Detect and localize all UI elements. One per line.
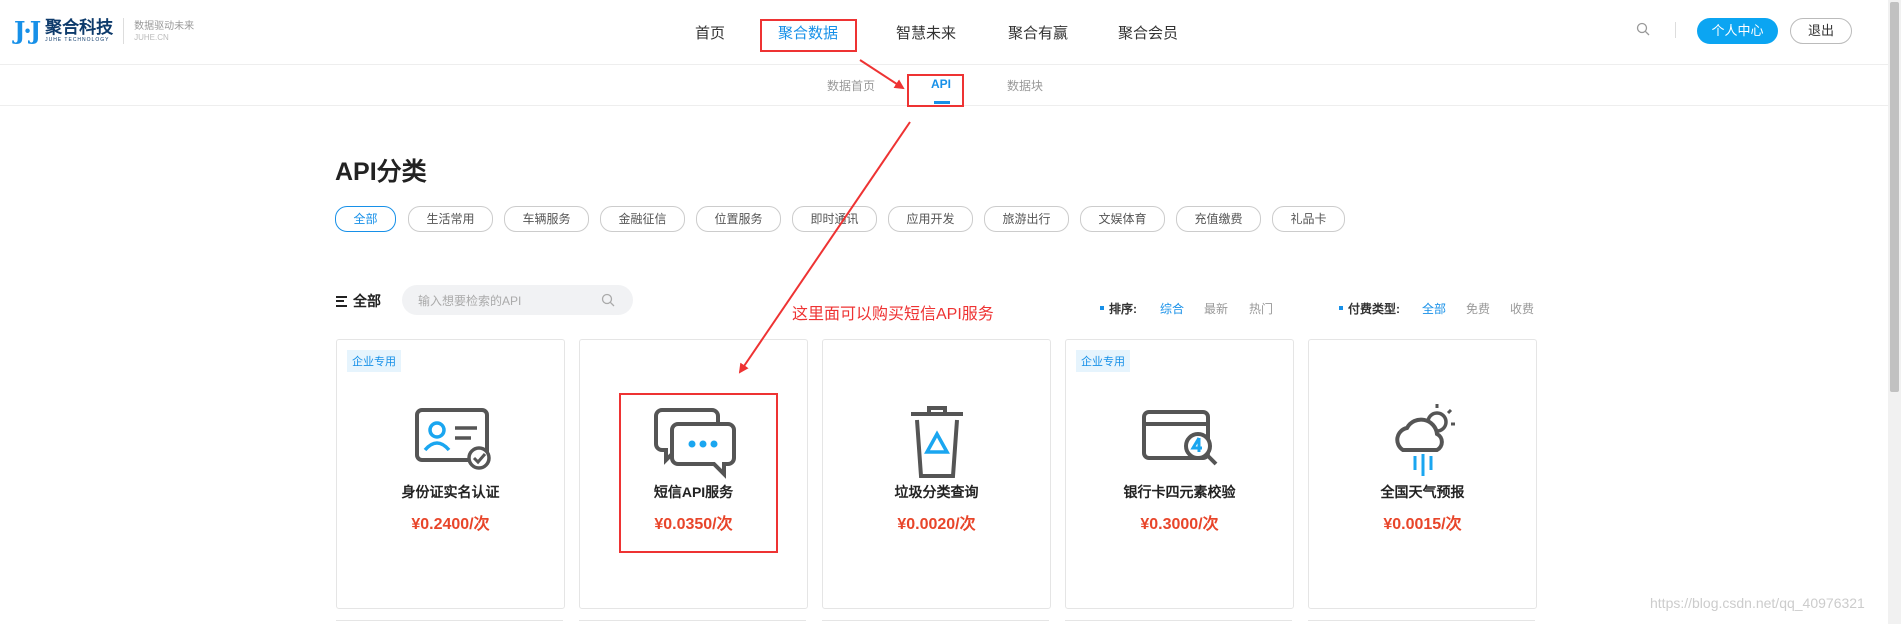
pay-all[interactable]: 全部 <box>1422 300 1446 317</box>
category-location[interactable]: 位置服务 <box>696 206 781 232</box>
weather-icon <box>1395 404 1455 476</box>
card-row-edge <box>1308 620 1535 625</box>
api-card[interactable]: 垃圾分类查询 ¥0.0020/次 <box>822 339 1051 609</box>
api-search-box <box>402 285 633 317</box>
pay-bullet <box>1339 306 1343 310</box>
header-separator <box>1675 22 1676 38</box>
api-card[interactable]: 全国天气预报 ¥0.0015/次 <box>1308 339 1537 609</box>
category-im[interactable]: 即时通讯 <box>792 206 877 232</box>
annotation-text: 这里面可以购买短信API服务 <box>792 306 994 323</box>
sort-hot[interactable]: 热门 <box>1249 300 1273 317</box>
logo-text: 聚合科技 JUHE TECHNOLOGY <box>45 17 114 43</box>
category-finance[interactable]: 金融征信 <box>600 206 685 232</box>
id-card-icon <box>415 408 491 470</box>
card-row-edge <box>1065 620 1292 625</box>
pay-paid[interactable]: 收费 <box>1510 300 1534 317</box>
category-vehicle[interactable]: 车辆服务 <box>504 206 589 232</box>
nav-home[interactable]: 首页 <box>695 22 725 43</box>
sort-latest[interactable]: 最新 <box>1204 300 1228 317</box>
pay-type-label: 付费类型: <box>1348 302 1400 316</box>
search-icon[interactable] <box>601 293 615 307</box>
nav-smart-future[interactable]: 智慧未来 <box>896 22 956 43</box>
slogan-en: JUHE.CN <box>134 32 169 42</box>
api-price: ¥0.0020/次 <box>897 516 976 533</box>
user-center-button[interactable]: 个人中心 <box>1697 18 1778 44</box>
logo-en: JUHE TECHNOLOGY <box>45 36 110 43</box>
api-name: 身份证实名认证 <box>401 484 500 500</box>
page-title: API分类 <box>335 158 427 186</box>
sort-bullet <box>1100 306 1104 310</box>
arrow-to-sms-card <box>738 121 911 374</box>
trash-bin-icon <box>911 406 963 478</box>
card-row-edge <box>822 620 1049 625</box>
logo-mark: J·J <box>14 16 41 45</box>
highlight-box-sms-card <box>619 393 778 553</box>
scrollbar-thumb[interactable] <box>1890 2 1899 392</box>
logout-button[interactable]: 退出 <box>1790 18 1852 44</box>
sort-comprehensive[interactable]: 综合 <box>1160 300 1184 317</box>
enterprise-badge: 企业专用 <box>347 350 401 372</box>
api-price: ¥0.3000/次 <box>1140 516 1219 533</box>
card-row-edge <box>579 620 806 625</box>
search-icon[interactable] <box>1636 22 1650 36</box>
api-name: 全国天气预报 <box>1380 484 1465 500</box>
logo[interactable]: J·J 聚合科技 JUHE TECHNOLOGY 数据驱动未来 JUHE.CN <box>14 16 194 45</box>
category-all[interactable]: 全部 <box>335 206 396 232</box>
api-price: ¥0.0015/次 <box>1383 516 1462 533</box>
subnav-data-home[interactable]: 数据首页 <box>827 77 875 94</box>
watermark: https://blog.csdn.net/qq_40976321 <box>1650 595 1865 611</box>
api-card[interactable]: 企业专用 银行卡四元素校验 ¥0.3000/次 <box>1065 339 1294 609</box>
api-name: 银行卡四元素校验 <box>1123 484 1236 500</box>
filter-label-text: 全部 <box>353 293 381 309</box>
nav-juhe-member[interactable]: 聚合会员 <box>1118 22 1178 43</box>
category-giftcard[interactable]: 礼品卡 <box>1272 206 1345 232</box>
category-life[interactable]: 生活常用 <box>408 206 493 232</box>
api-name: 垃圾分类查询 <box>894 484 979 500</box>
top-header: J·J 聚合科技 JUHE TECHNOLOGY 数据驱动未来 JUHE.CN … <box>0 0 1901 65</box>
slogan: 数据驱动未来 JUHE.CN <box>134 20 194 42</box>
api-card[interactable]: 企业专用 身份证实名认证 ¥0.2400/次 <box>336 339 565 609</box>
highlight-box-api <box>907 74 964 107</box>
api-price: ¥0.2400/次 <box>411 516 490 533</box>
sort-label: 排序: <box>1109 302 1137 316</box>
card-row-edge <box>336 620 563 625</box>
enterprise-badge: 企业专用 <box>1076 350 1130 372</box>
slogan-cn: 数据驱动未来 <box>134 20 195 32</box>
subnav-data-block[interactable]: 数据块 <box>1007 77 1043 94</box>
logo-cn: 聚合科技 <box>45 17 114 37</box>
pay-free[interactable]: 免费 <box>1466 300 1490 317</box>
api-search-input[interactable] <box>416 285 600 317</box>
list-icon <box>336 295 347 307</box>
nav-juhe-win[interactable]: 聚合有赢 <box>1008 22 1068 43</box>
logo-divider <box>123 17 125 44</box>
filter-all-label: 全部 <box>336 291 381 311</box>
bank-card-icon <box>1142 410 1218 466</box>
category-travel[interactable]: 旅游出行 <box>984 206 1069 232</box>
highlight-box-nav <box>760 19 857 52</box>
category-recharge[interactable]: 充值缴费 <box>1176 206 1261 232</box>
category-entertainment[interactable]: 文娱体育 <box>1080 206 1165 232</box>
category-appdev[interactable]: 应用开发 <box>888 206 973 232</box>
